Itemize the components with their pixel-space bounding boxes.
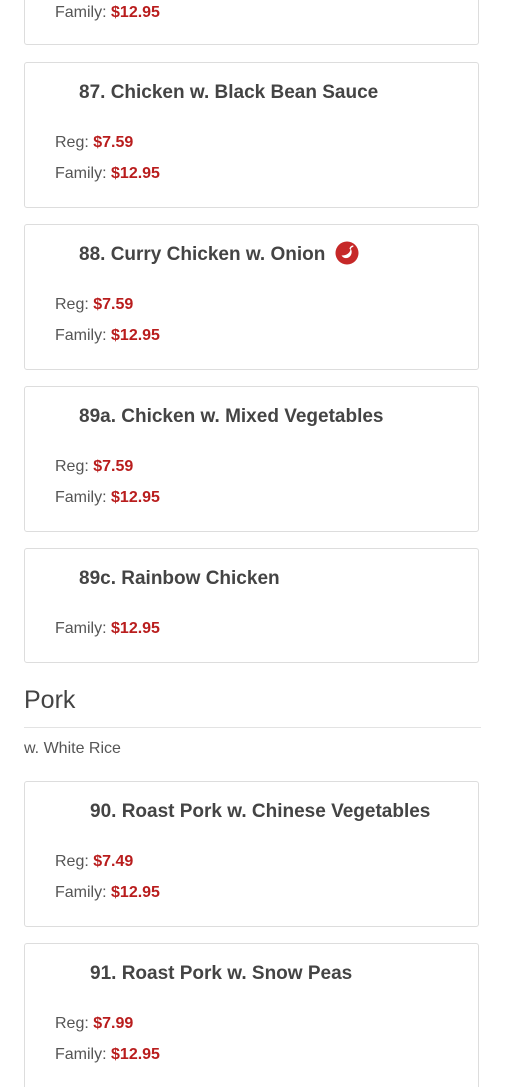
section-divider: [24, 727, 481, 728]
menu-page: Family: $12.95 87. Chicken w. Black Bean…: [0, 0, 510, 1087]
reg-price-line: Reg: $7.49: [55, 853, 133, 871]
family-label: Family:: [55, 620, 107, 637]
menu-item-card[interactable]: 90. Roast Pork w. Chinese Vegetables Reg…: [24, 781, 479, 927]
family-price-line: Family: $12.95: [55, 620, 160, 638]
reg-price: $7.49: [93, 853, 134, 870]
family-price: $12.95: [111, 489, 160, 506]
menu-item-card[interactable]: Family: $12.95: [24, 0, 479, 45]
family-label: Family:: [55, 489, 107, 506]
family-price-line: Family: $12.95: [55, 1046, 160, 1064]
reg-label: Reg:: [55, 853, 89, 870]
section-note: w. White Rice: [24, 740, 121, 757]
reg-label: Reg:: [55, 1015, 89, 1032]
section-title: Pork: [24, 686, 76, 714]
menu-item-card[interactable]: 91. Roast Pork w. Snow Peas Reg: $7.99 F…: [24, 943, 479, 1087]
menu-item-card[interactable]: 89c. Rainbow Chicken Family: $12.95: [24, 548, 479, 663]
family-price: $12.95: [111, 327, 160, 344]
menu-item-card[interactable]: 87. Chicken w. Black Bean Sauce Reg: $7.…: [24, 62, 479, 208]
reg-price-line: Reg: $7.99: [55, 1015, 133, 1033]
family-price-line: Family: $12.95: [55, 4, 160, 22]
reg-price-line: Reg: $7.59: [55, 134, 133, 152]
item-title: 90. Roast Pork w. Chinese Vegetables: [90, 801, 431, 822]
reg-label: Reg:: [55, 458, 89, 475]
item-title: 91. Roast Pork w. Snow Peas: [90, 963, 353, 984]
family-price: $12.95: [111, 4, 160, 21]
item-title: 89c. Rainbow Chicken: [79, 568, 280, 589]
reg-price: $7.59: [93, 296, 134, 313]
family-price-line: Family: $12.95: [55, 884, 160, 902]
reg-price: $7.59: [93, 458, 134, 475]
family-label: Family:: [55, 4, 107, 21]
family-label: Family:: [55, 327, 107, 344]
family-price-line: Family: $12.95: [55, 489, 160, 507]
family-label: Family:: [55, 1046, 107, 1063]
item-title-row: 88. Curry Chicken w. Onion: [79, 241, 359, 266]
spicy-pepper-icon: [335, 241, 359, 265]
family-price: $12.95: [111, 620, 160, 637]
family-price: $12.95: [111, 165, 160, 182]
reg-price-line: Reg: $7.59: [55, 458, 133, 476]
menu-item-card[interactable]: 88. Curry Chicken w. Onion Reg: $7.59 Fa…: [24, 224, 479, 370]
reg-label: Reg:: [55, 296, 89, 313]
family-price-line: Family: $12.95: [55, 327, 160, 345]
reg-label: Reg:: [55, 134, 89, 151]
reg-price-line: Reg: $7.59: [55, 296, 133, 314]
family-label: Family:: [55, 165, 107, 182]
reg-price: $7.99: [93, 1015, 134, 1032]
family-label: Family:: [55, 884, 107, 901]
item-title: 88. Curry Chicken w. Onion: [79, 244, 326, 265]
item-title: 89a. Chicken w. Mixed Vegetables: [79, 406, 384, 427]
family-price: $12.95: [111, 1046, 160, 1063]
family-price: $12.95: [111, 884, 160, 901]
menu-item-card[interactable]: 89a. Chicken w. Mixed Vegetables Reg: $7…: [24, 386, 479, 532]
item-title: 87. Chicken w. Black Bean Sauce: [79, 82, 379, 103]
family-price-line: Family: $12.95: [55, 165, 160, 183]
reg-price: $7.59: [93, 134, 134, 151]
